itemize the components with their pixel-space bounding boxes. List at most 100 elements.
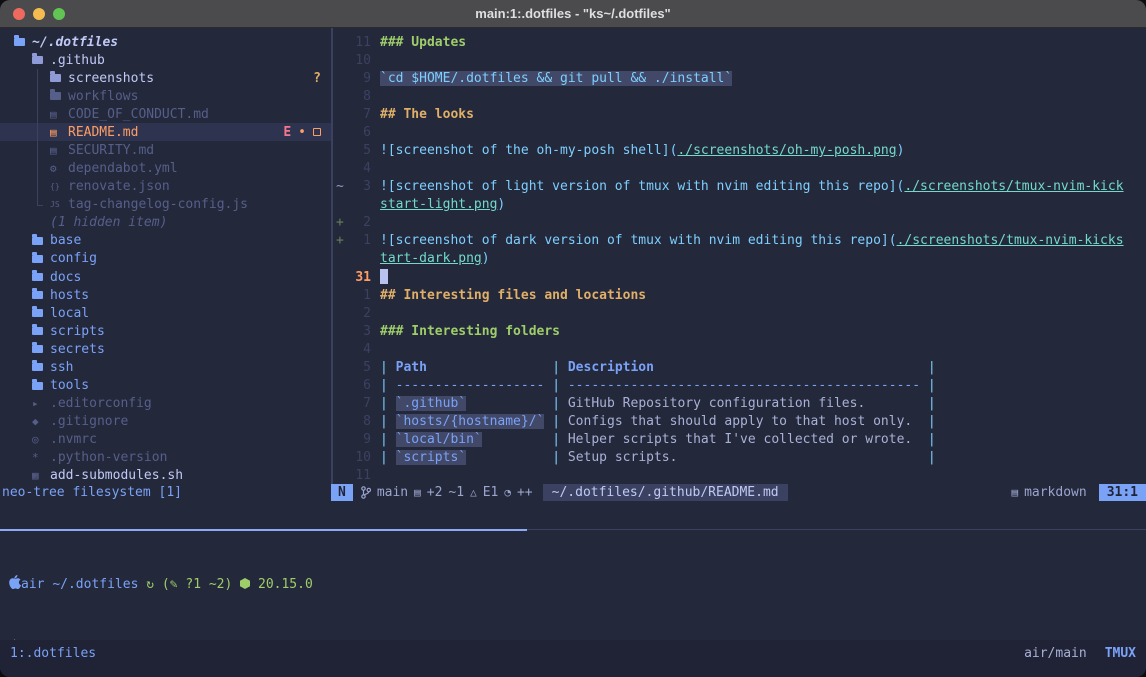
line-text: `cd $HOME/.dotfiles && git pull && ./ins…: [371, 71, 732, 86]
mode-indicator: N: [331, 484, 353, 501]
editor-line[interactable]: 2: [333, 304, 1146, 322]
gear-icon: ⚙: [50, 163, 68, 174]
tree-item[interactable]: screenshots?: [0, 69, 331, 87]
editor-line[interactable]: +2: [333, 214, 1146, 232]
line-number: 31: [345, 270, 371, 285]
editor-line[interactable]: 9| `local/bin` | Helper scripts that I'v…: [333, 431, 1146, 449]
folder-open-icon: [32, 56, 43, 64]
line-number: 2: [345, 306, 371, 321]
editor-line[interactable]: 1## Interesting files and locations: [333, 286, 1146, 304]
folder-icon: [50, 92, 61, 100]
tmux-pane-border[interactable]: [0, 529, 1146, 531]
markdown-icon: ▤: [50, 109, 68, 120]
gutter-sign: +: [333, 233, 345, 248]
tree-item[interactable]: (1 hidden item): [0, 214, 331, 232]
tree-item[interactable]: ◎.nvmrc: [0, 431, 331, 449]
prompt-git-status: ?1 ~2): [185, 577, 232, 592]
editor-line[interactable]: 4: [333, 160, 1146, 178]
tree-item[interactable]: ▦add-submodules.sh: [0, 467, 331, 484]
lualine: N main ▤ +2 ~1 △ E1 ◔ ++ ~/.dotfiles/.gi…: [331, 484, 1146, 501]
diff-modified: ~1: [448, 485, 464, 500]
tree-item-label: CODE_OF_CONDUCT.md: [68, 107, 209, 122]
editor-line[interactable]: 8| `hosts/{hostname}/` | Configs that sh…: [333, 413, 1146, 431]
line-text: ![screenshot of light version of tmux wi…: [371, 179, 1124, 194]
tree-item[interactable]: ⚙dependabot.yml: [0, 160, 331, 178]
editor-line[interactable]: 5| Path | Description |: [333, 358, 1146, 376]
untracked-badge: ?: [313, 71, 321, 86]
shell-icon: ▦: [32, 470, 50, 481]
editor-line[interactable]: 4: [333, 340, 1146, 358]
tree-item[interactable]: ~/.dotfiles: [0, 33, 331, 51]
tree-item[interactable]: ▸.editorconfig: [0, 395, 331, 413]
editor-line[interactable]: start-light.png): [333, 196, 1146, 214]
line-number: 11: [345, 35, 371, 50]
folder-icon: [32, 345, 43, 353]
tree-item[interactable]: ◆.gitignore: [0, 413, 331, 431]
line-text: | `hosts/{hostname}/` | Configs that sho…: [371, 414, 936, 429]
modified-badge: •: [298, 125, 306, 140]
tree-item[interactable]: ▤SECURITY.md: [0, 141, 331, 159]
tree-item[interactable]: docs: [0, 268, 331, 286]
tree-item[interactable]: .github: [0, 51, 331, 69]
line-number: 9: [345, 71, 371, 86]
tree-item-label: renovate.json: [68, 179, 170, 194]
editor-line[interactable]: tart-dark.png): [333, 250, 1146, 268]
editor-line[interactable]: 31: [333, 268, 1146, 286]
editor-line[interactable]: 7| `.github` | GitHub Repository configu…: [333, 395, 1146, 413]
line-number: 7: [345, 396, 371, 411]
tree-item[interactable]: local: [0, 304, 331, 322]
tree-item[interactable]: ▤CODE_OF_CONDUCT.md: [0, 105, 331, 123]
file-path: ~/.dotfiles/.github/README.md: [543, 484, 788, 501]
editor-line[interactable]: 9`cd $HOME/.dotfiles && git pull && ./in…: [333, 69, 1146, 87]
tree-item[interactable]: base: [0, 232, 331, 250]
tree-item[interactable]: ssh: [0, 358, 331, 376]
tree-item[interactable]: secrets: [0, 340, 331, 358]
editor-line[interactable]: 8: [333, 87, 1146, 105]
editor-line[interactable]: +1![screenshot of dark version of tmux w…: [333, 232, 1146, 250]
tree-item[interactable]: *.python-version: [0, 449, 331, 467]
git-branch-label: main: [377, 485, 408, 500]
diagnostics-count: E1: [483, 485, 499, 500]
editor-line[interactable]: 6: [333, 123, 1146, 141]
close-button[interactable]: [13, 8, 25, 20]
titlebar: main:1:.dotfiles - "ks~/.dotfiles": [0, 0, 1146, 28]
tmux-window-label[interactable]: 1:.dotfiles: [10, 646, 96, 661]
prompt-path: ~/.dotfiles: [52, 577, 138, 592]
editor-line[interactable]: 7## The looks: [333, 105, 1146, 123]
prompt-git-open: (: [162, 577, 170, 592]
editor-line[interactable]: 10| `scripts` | Setup scripts. |: [333, 449, 1146, 467]
editor-line[interactable]: 11### Updates: [333, 33, 1146, 51]
editor-line[interactable]: 5![screenshot of the oh-my-posh shell](.…: [333, 141, 1146, 159]
line-number: 8: [345, 414, 371, 429]
tree-item[interactable]: JStag-changelog-config.js: [0, 196, 331, 214]
editor-line[interactable]: 6| ------------------- | ---------------…: [333, 376, 1146, 394]
apple-icon: [9, 575, 21, 589]
tree-item[interactable]: ▤README.mdE•: [0, 123, 331, 141]
tree-item[interactable]: workflows: [0, 87, 331, 105]
node-icon: ◎: [32, 434, 50, 445]
line-text: start-light.png): [371, 197, 505, 212]
line-number: 8: [345, 89, 371, 104]
gutter-sign: ~: [333, 179, 345, 194]
terminal-content: ~/.dotfiles.githubscreenshots?workflows▤…: [0, 28, 1146, 677]
tree-item[interactable]: {}renovate.json: [0, 178, 331, 196]
editor-line[interactable]: 10: [333, 51, 1146, 69]
minimize-button[interactable]: [33, 8, 45, 20]
diagnostics-icon: △: [470, 487, 477, 498]
editor-line[interactable]: 3### Interesting folders: [333, 322, 1146, 340]
file-tree[interactable]: ~/.dotfiles.githubscreenshots?workflows▤…: [0, 28, 331, 484]
tree-item[interactable]: scripts: [0, 322, 331, 340]
tree-item[interactable]: hosts: [0, 286, 331, 304]
gutter-sign: +: [333, 215, 345, 230]
zoom-button[interactable]: [53, 8, 65, 20]
shell-prompt[interactable]: air ~/.dotfiles ↻ (✎ ?1 ~2) 20.15.0: [9, 575, 313, 594]
line-number: 6: [345, 378, 371, 393]
editor-buffer[interactable]: 11### Updates109`cd $HOME/.dotfiles && g…: [333, 28, 1146, 484]
tree-item[interactable]: tools: [0, 376, 331, 394]
traffic-lights: [13, 0, 65, 27]
editor-line[interactable]: 11: [333, 467, 1146, 484]
tree-item-label: add-submodules.sh: [50, 468, 183, 483]
line-text: ### Updates: [371, 35, 466, 50]
editor-line[interactable]: ~3![screenshot of light version of tmux …: [333, 178, 1146, 196]
tree-item[interactable]: config: [0, 250, 331, 268]
